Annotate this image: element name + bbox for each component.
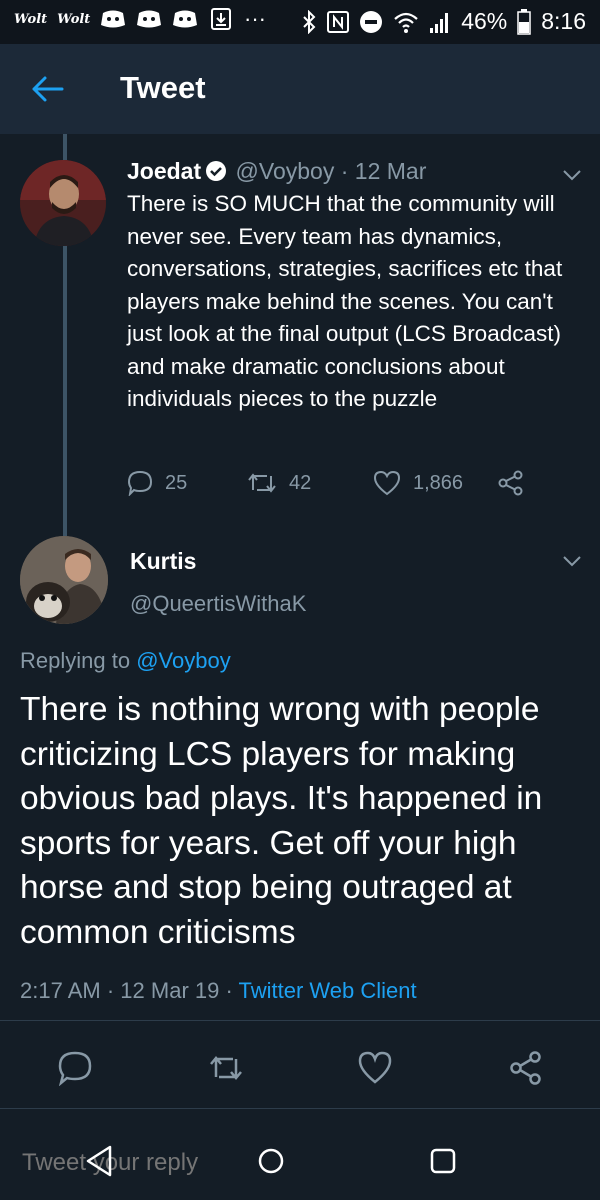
download-icon: [211, 8, 232, 30]
author-name[interactable]: Kurtis: [130, 548, 196, 575]
nav-recents-icon[interactable]: [428, 1146, 458, 1176]
discord-icon-3: [173, 10, 198, 28]
reply-count: 25: [165, 471, 188, 494]
share-icon[interactable]: [508, 1050, 544, 1086]
battery-icon: [517, 8, 531, 35]
author-handle[interactable]: @QueertisWithaK: [130, 591, 306, 617]
parent-tweet-text: There is SO MUCH that the community will…: [127, 191, 563, 411]
divider: [0, 1108, 600, 1109]
signal-icon: [430, 12, 449, 33]
battery-percent: 46%: [461, 8, 508, 34]
discord-icon: [101, 10, 126, 28]
status-right: 46% 8:16: [301, 8, 586, 35]
separator: ·: [340, 158, 349, 184]
thread-connector: [63, 236, 67, 536]
main-tweet-actions: [0, 1040, 600, 1090]
nav-home-icon[interactable]: [256, 1146, 286, 1176]
more-notifications-icon: ···: [244, 6, 266, 31]
tweet-client-link[interactable]: Twitter Web Client: [239, 978, 417, 1003]
bluetooth-icon: [303, 9, 316, 34]
back-arrow-icon[interactable]: [30, 74, 64, 104]
thread-connector-top: [63, 134, 67, 160]
author-name[interactable]: Joedat: [127, 158, 201, 184]
avatar-image: [20, 160, 106, 246]
status-left: Wolt Wolt: [14, 8, 234, 30]
nfc-icon: [327, 10, 350, 33]
reply-action[interactable]: 25: [127, 470, 187, 496]
divider: [0, 1020, 600, 1021]
like-action[interactable]: 1,866: [373, 470, 463, 496]
avatar-image: [20, 536, 108, 624]
page-title: Tweet: [120, 70, 206, 105]
parent-tweet-actions: 25 42 1,866: [127, 470, 567, 500]
avatar-joedat[interactable]: [20, 160, 106, 246]
author-handle[interactable]: @Voyboy: [236, 158, 335, 184]
main-tweet-text: There is nothing wrong with people criti…: [20, 691, 543, 951]
do-not-disturb-icon: [360, 10, 383, 33]
tweet-date: 12 Mar 19: [120, 978, 220, 1003]
heart-icon[interactable]: [373, 470, 401, 496]
clock: 8:16: [541, 8, 586, 34]
separator: ·: [106, 978, 115, 1003]
reply-icon[interactable]: [127, 470, 153, 496]
wifi-icon: [394, 12, 418, 33]
retweet-action[interactable]: 42: [247, 470, 311, 496]
retweet-count: 42: [289, 471, 312, 494]
reply-icon[interactable]: [57, 1050, 93, 1086]
separator: ·: [225, 978, 233, 1003]
replying-to: Replying to @Voyboy: [20, 648, 231, 674]
discord-icon-2: [137, 10, 162, 28]
wolt-app-icon-2: Wolt: [57, 11, 91, 27]
tweet-meta: 2:17 AM · 12 Mar 19 · Twitter Web Client: [20, 978, 417, 1004]
retweet-icon[interactable]: [247, 470, 277, 496]
app-header: Tweet: [0, 44, 600, 134]
wolt-app-icon: Wolt: [14, 11, 48, 27]
status-bar: Wolt Wolt ··· 46% 8:16: [0, 0, 600, 44]
nav-back-icon[interactable]: [84, 1144, 114, 1178]
verified-badge-icon: [206, 161, 227, 181]
tweet-time: 2:17 AM: [20, 978, 101, 1003]
chevron-down-icon[interactable]: [562, 168, 582, 182]
replying-to-link[interactable]: @Voyboy: [136, 648, 231, 673]
tweet-date[interactable]: 12 Mar: [355, 158, 427, 184]
parent-tweet-header: Joedat @Voyboy · 12 Mar: [127, 158, 426, 185]
heart-icon[interactable]: [357, 1050, 393, 1086]
avatar-kurtis[interactable]: [20, 536, 108, 624]
like-count: 1,866: [413, 471, 464, 494]
chevron-down-icon[interactable]: [562, 554, 582, 568]
replying-label: Replying to: [20, 648, 131, 673]
share-icon[interactable]: [497, 470, 525, 496]
retweet-icon[interactable]: [208, 1050, 244, 1086]
